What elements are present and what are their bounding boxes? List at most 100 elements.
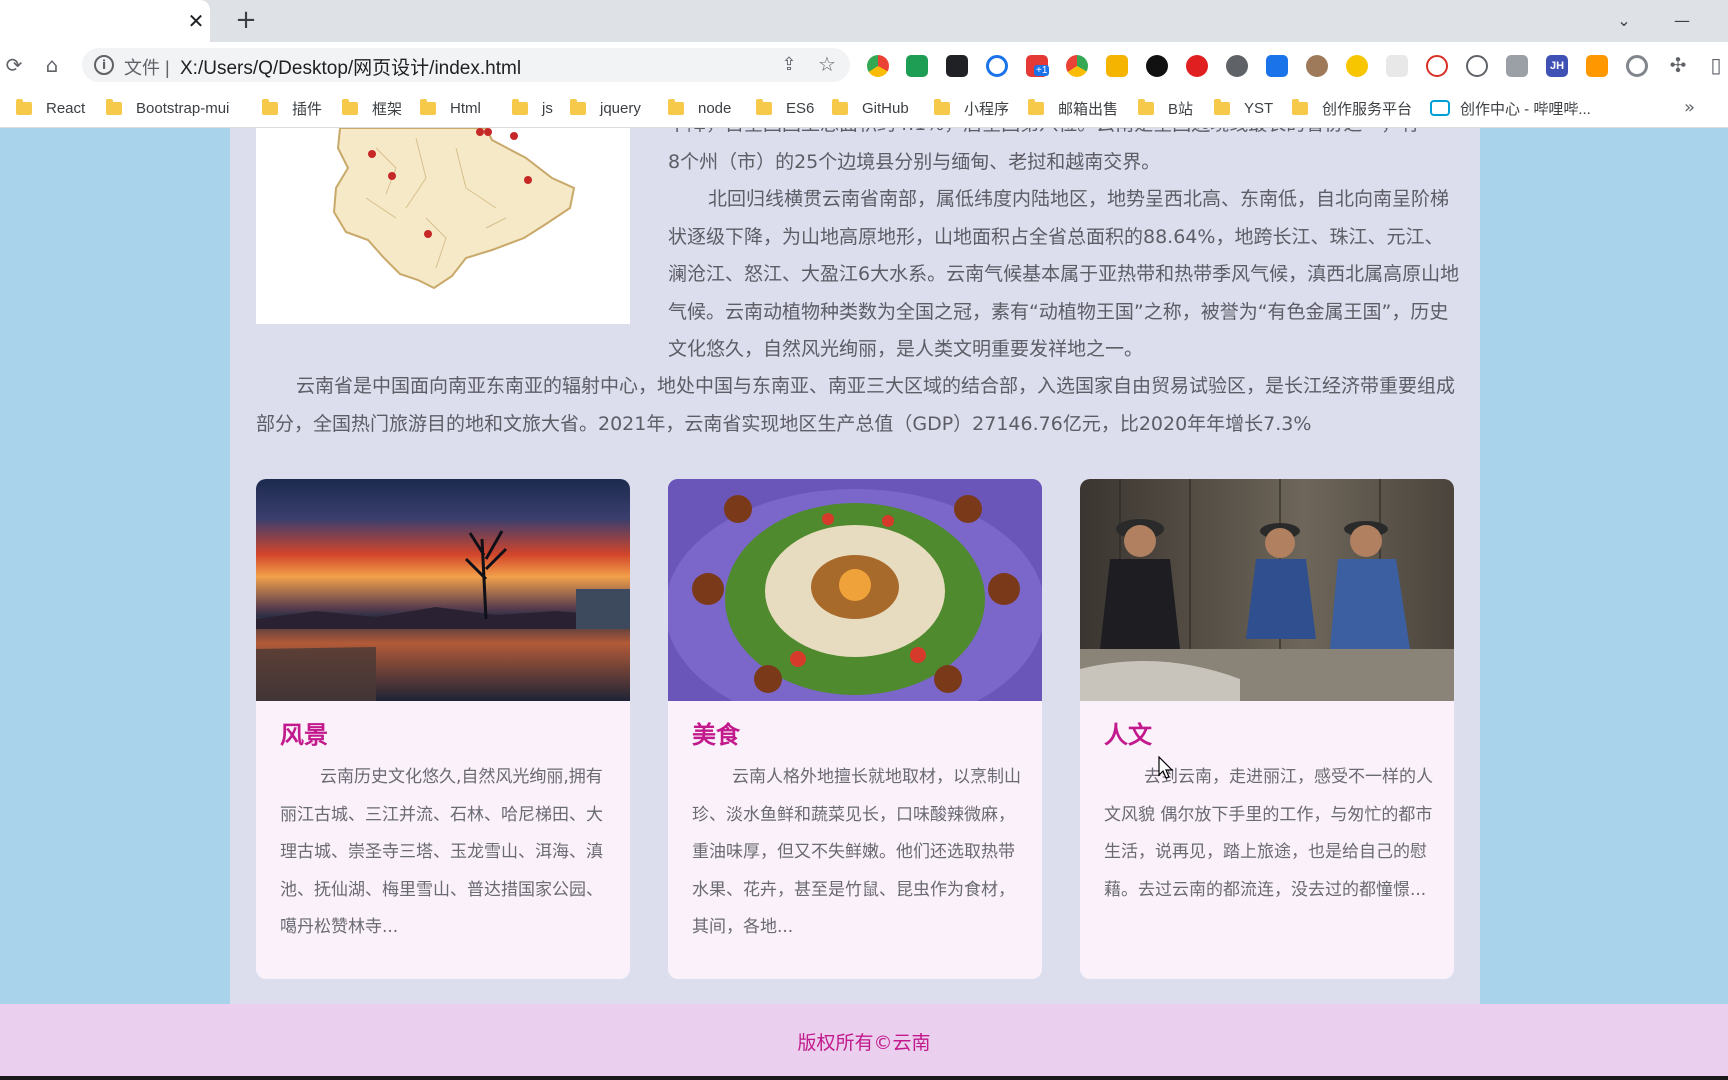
chrome-extension-icon[interactable]	[867, 55, 889, 77]
card-scenery[interactable]: 风景 云南历史文化悠久,自然风光绚丽,拥有丽江古城、三江并流、石林、哈尼梯田、大…	[256, 479, 630, 979]
extensions-puzzle-icon[interactable]: ✣	[1666, 53, 1690, 77]
new-tab-button[interactable]: +	[232, 7, 260, 35]
address-url[interactable]: X:/Users/Q/Desktop/网页设计/index.html	[180, 53, 521, 80]
card-description: 云南历史文化悠久,自然风光绚丽,拥有丽江古城、三江并流、石林、哈尼梯田、大理古城…	[280, 767, 603, 937]
dark-extension-icon[interactable]	[946, 55, 968, 77]
extension-badge: +1	[1034, 65, 1050, 76]
bookmark-label: Html	[450, 99, 481, 117]
copyright-text: 版权所有©云南	[797, 1032, 931, 1054]
card-title: 人文	[1104, 721, 1152, 749]
bookmark-mailbox[interactable]: 邮箱出售	[1028, 97, 1118, 119]
intro-paragraph-economy: 云南省是中国面向南亚东南亚的辐射中心，地处中国与东南亚、南亚三大区域的结合部，入…	[256, 375, 1456, 435]
calendar-extension-icon[interactable]: +1	[1026, 55, 1050, 77]
color-extension-icon[interactable]	[1066, 55, 1088, 77]
tab-search-icon[interactable]: ⌄	[1610, 8, 1638, 34]
side-panel-icon[interactable]: ▯	[1704, 53, 1728, 77]
reload-icon[interactable]: ⟳	[2, 53, 26, 77]
bookmarks-overflow-icon[interactable]: »	[1684, 97, 1695, 118]
scenery-graphic	[256, 530, 630, 701]
card-description: 去到云南，走进丽江，感受不一样的人文风貌 偶尔放下手里的工作，与匆忙的都市生活，…	[1104, 767, 1433, 900]
folder-icon	[342, 98, 358, 115]
bookmark-plugins[interactable]: 插件	[262, 97, 322, 119]
scenery-image	[256, 479, 630, 701]
info-icon[interactable]: i	[94, 55, 114, 75]
cloud-extension-icon[interactable]	[1466, 55, 1488, 77]
card-culture[interactable]: 人文 去到云南，走进丽江，感受不一样的人文风貌 偶尔放下手里的工作，与匆忙的都市…	[1080, 479, 1454, 979]
folder-icon	[570, 98, 586, 115]
folder-icon	[832, 98, 848, 115]
grid-extension-icon[interactable]	[1386, 55, 1408, 77]
folder-icon	[512, 98, 528, 115]
bookmark-bilibili[interactable]: B站	[1138, 97, 1193, 119]
bookmark-frameworks[interactable]: 框架	[342, 97, 402, 119]
github-extension-icon[interactable]	[1146, 55, 1168, 77]
intro-paragraph-terrain: 北回归线横贯云南省南部，属低纬度内陆地区，地势呈西北高、东南低，自北向南呈阶梯状…	[668, 188, 1460, 360]
bookmark-react[interactable]: React	[16, 97, 85, 119]
bilibili-tv-icon	[1430, 100, 1450, 116]
bookmark-jquery[interactable]: jquery	[570, 97, 641, 119]
content-container: 下降，占全国国土总面积约4.1%，居全国第八位。云南是全国边境线最长的省份之一，…	[230, 128, 1480, 1004]
folder-icon	[1028, 98, 1044, 115]
yellow-extension-icon[interactable]	[1346, 55, 1368, 77]
card-food[interactable]: 美食 云南人格外地擅长就地取材，以烹制山珍、淡水鱼鲜和蔬菜见长，口味酸辣微麻，重…	[668, 479, 1042, 979]
bookmark-bootstrap-mui[interactable]: Bootstrap-mui	[106, 97, 229, 119]
avatar-extension-icon[interactable]	[1306, 55, 1328, 77]
bookmark-miniprogram[interactable]: 小程序	[934, 97, 1009, 119]
intro-text: 下降，占全国国土总面积约4.1%，居全国第八位。云南是全国边境线最长的省份之一，…	[668, 128, 1462, 369]
folder-icon	[106, 98, 122, 115]
food-image	[668, 479, 1042, 701]
browser-toolbar: ⟳ ⌂ i 文件 | X:/Users/Q/Desktop/网页设计/index…	[0, 42, 1728, 88]
grammar-extension-icon[interactable]	[1226, 55, 1248, 77]
folder-icon	[1292, 98, 1308, 115]
settings-extension-icon[interactable]	[1626, 55, 1648, 77]
bookmark-label: 框架	[372, 100, 403, 118]
bookmark-html[interactable]: Html	[420, 97, 481, 119]
bookmark-github[interactable]: GitHub	[832, 97, 909, 119]
mouse-cursor-icon	[1158, 756, 1174, 779]
bookmark-star-icon[interactable]: ☆	[816, 53, 838, 75]
bookmark-js[interactable]: js	[512, 97, 553, 119]
minimize-button[interactable]: —	[1668, 8, 1696, 34]
bookmark-label: 创作中心 - 哔哩哔...	[1460, 100, 1591, 118]
culture-graphic	[1080, 479, 1454, 701]
culture-image	[1080, 479, 1454, 701]
folder-icon	[262, 98, 278, 115]
shield-extension-icon[interactable]	[906, 55, 928, 77]
address-prefix: 文件 |	[124, 58, 170, 78]
bookmark-label: B站	[1168, 100, 1194, 118]
bookmark-label: React	[46, 99, 86, 117]
jh-extension-icon[interactable]: JH	[1546, 55, 1568, 77]
bookmark-label: js	[542, 99, 553, 117]
camera-extension-icon[interactable]	[1506, 55, 1528, 77]
yunnan-map-image	[256, 128, 630, 324]
folder-icon	[668, 98, 684, 115]
address-bar[interactable]: i 文件 | X:/Users/Q/Desktop/网页设计/index.htm…	[82, 48, 850, 82]
taskbar-edge	[0, 1076, 1728, 1080]
share-icon[interactable]: ⇪	[778, 54, 800, 76]
adblock-extension-icon[interactable]	[1186, 55, 1208, 77]
home-icon[interactable]: ⌂	[40, 53, 64, 77]
page-viewport: 下降，占全国国土总面积约4.1%，居全国第八位。云南是全国边境线最长的省份之一，…	[0, 128, 1728, 1080]
card-title: 风景	[280, 721, 328, 749]
bookmark-es6[interactable]: ES6	[756, 97, 814, 119]
bookmark-yst[interactable]: YST	[1214, 97, 1273, 119]
bookmark-node[interactable]: node	[668, 97, 731, 119]
orange-extension-icon[interactable]	[1586, 55, 1608, 77]
bookmark-label: node	[698, 99, 732, 117]
tab-close-icon[interactable]: ✕	[184, 9, 208, 33]
tab-bar: ✕ + ⌄ —	[0, 0, 1728, 42]
bookmark-label: ES6	[786, 99, 815, 117]
download-extension-icon[interactable]	[1106, 55, 1128, 77]
food-graphic	[668, 479, 1042, 701]
folder-icon	[16, 98, 32, 115]
bookmark-label: Bootstrap-mui	[136, 99, 230, 117]
bookmark-creator-platform[interactable]: 创作服务平台	[1292, 97, 1412, 119]
y-extension-icon[interactable]	[1266, 55, 1288, 77]
intro-line-cont: 8个州（市）的25个边境县分别与缅甸、老挝和越南交界。	[668, 150, 1161, 173]
network-extension-icon[interactable]	[1426, 55, 1448, 77]
folder-icon	[1214, 98, 1230, 115]
page-footer: 版权所有©云南	[0, 1004, 1728, 1080]
search-extension-icon[interactable]	[986, 55, 1008, 77]
bookmark-creator-center[interactable]: 创作中心 - 哔哩哔...	[1430, 97, 1591, 119]
active-tab[interactable]: ✕	[0, 0, 210, 42]
